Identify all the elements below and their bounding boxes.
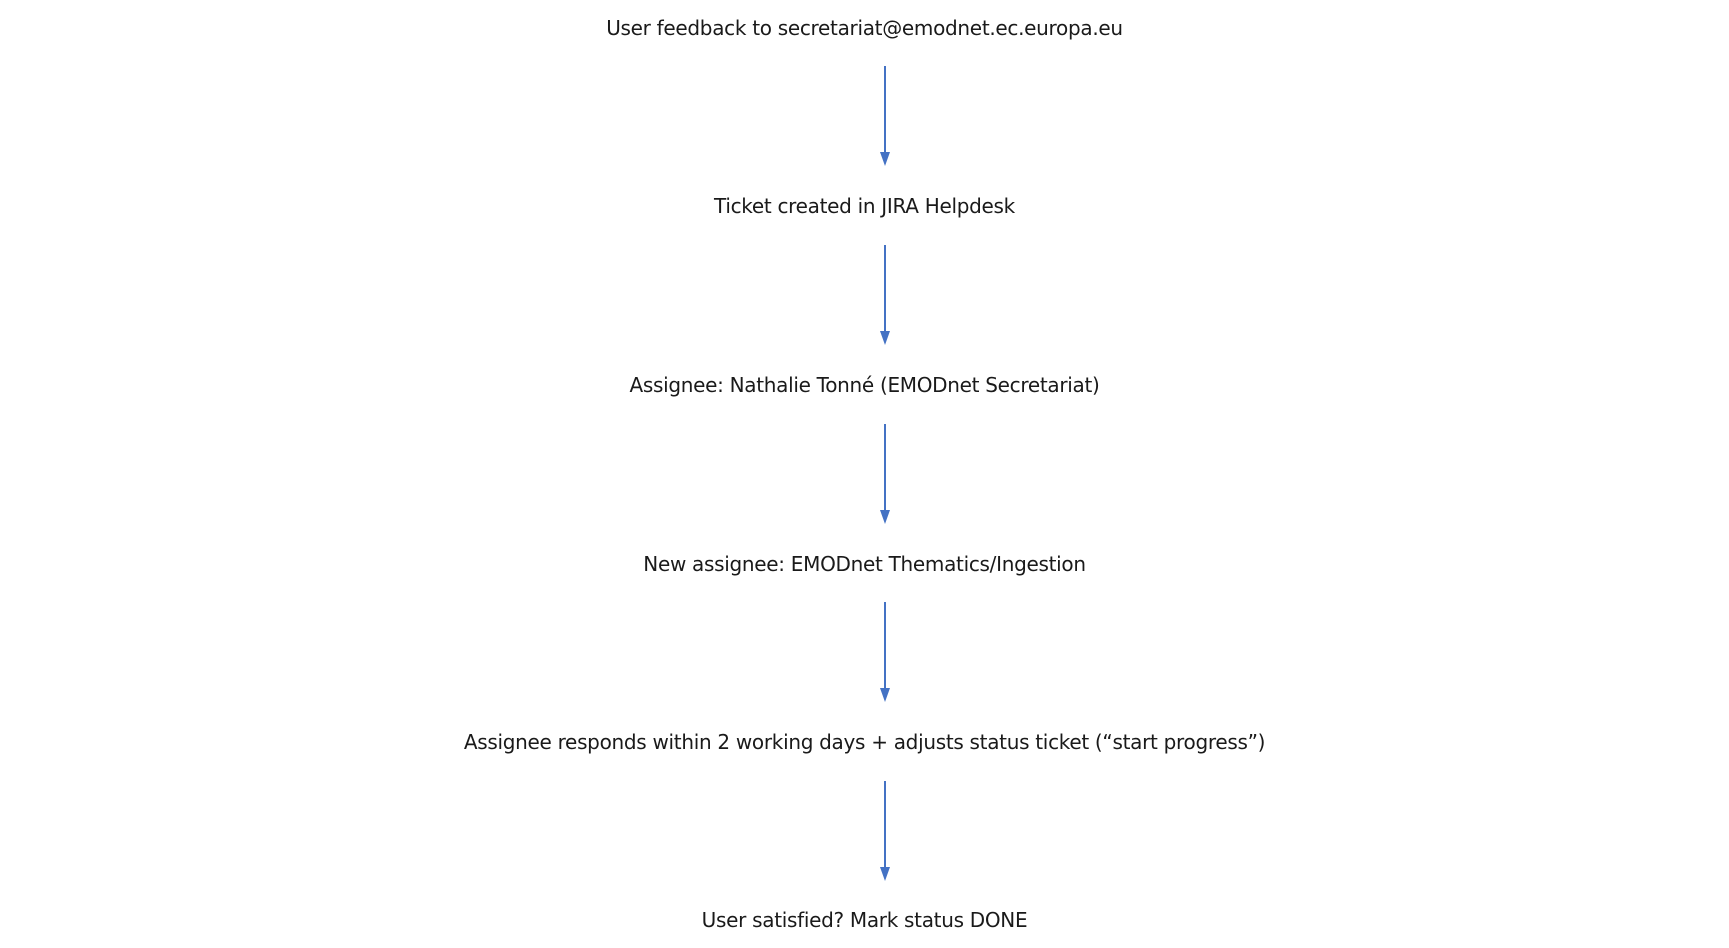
step-new-assignee: New assignee: EMODnet Thematics/Ingestio… (643, 552, 1086, 576)
feedback-process-flowchart: User feedback to secretariat@emodnet.ec.… (0, 0, 1729, 937)
step-assignee-secretariat: Assignee: Nathalie Tonné (EMODnet Secret… (629, 373, 1100, 397)
flow-arrow-5 (880, 781, 890, 881)
step-user-feedback: User feedback to secretariat@emodnet.ec.… (606, 16, 1123, 40)
step-assignee-responds: Assignee responds within 2 working days … (463, 730, 1266, 754)
flow-arrow-2 (880, 245, 890, 345)
step-user-satisfied: User satisfied? Mark status DONE (701, 908, 1028, 932)
flow-arrow-1 (880, 66, 890, 166)
flow-arrow-3 (880, 424, 890, 524)
step-ticket-created: Ticket created in JIRA Helpdesk (714, 194, 1015, 218)
flow-arrow-4 (880, 602, 890, 702)
